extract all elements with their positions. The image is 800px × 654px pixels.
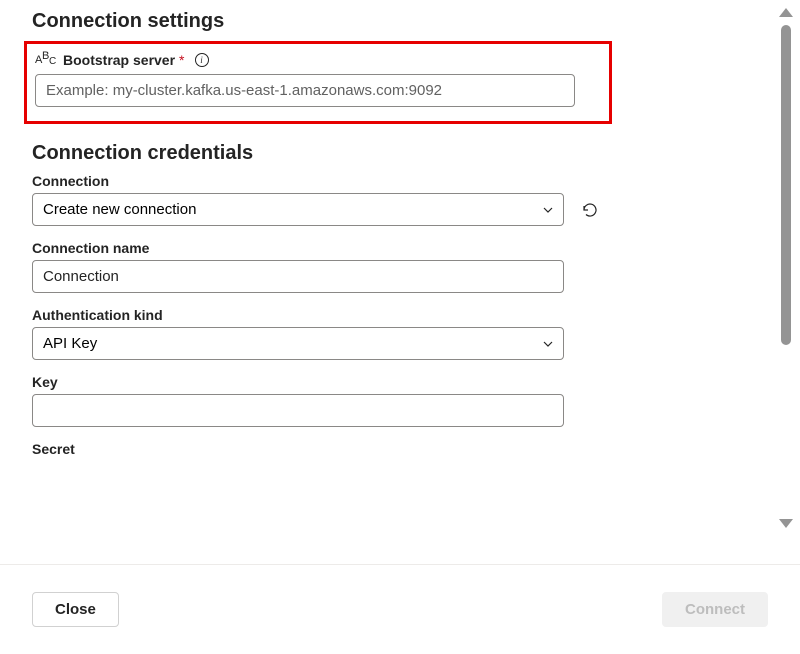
scroll-up-icon[interactable] <box>779 8 793 17</box>
key-input[interactable] <box>32 394 564 427</box>
refresh-icon[interactable] <box>580 200 600 220</box>
text-type-icon: B <box>35 52 57 68</box>
connection-select[interactable]: Create new connection <box>32 193 564 226</box>
key-label: Key <box>32 374 762 390</box>
bootstrap-server-label: Bootstrap server <box>63 52 175 68</box>
connection-settings-heading: Connection settings <box>32 10 762 33</box>
scroll-thumb[interactable] <box>781 25 791 345</box>
dialog-footer: Close Connect <box>0 564 800 654</box>
bootstrap-server-highlight: B Bootstrap server * i <box>24 41 612 124</box>
connect-button[interactable]: Connect <box>662 592 768 627</box>
connection-name-label: Connection name <box>32 240 762 256</box>
connection-name-input[interactable] <box>32 260 564 293</box>
authentication-kind-select[interactable]: API Key <box>32 327 564 360</box>
connection-label: Connection <box>32 173 762 189</box>
authentication-kind-label: Authentication kind <box>32 307 762 323</box>
scroll-down-icon[interactable] <box>779 519 793 528</box>
scrollbar[interactable] <box>774 8 798 528</box>
secret-label: Secret <box>32 441 762 457</box>
bootstrap-server-input[interactable] <box>35 74 575 107</box>
connection-credentials-heading: Connection credentials <box>32 142 762 165</box>
close-button[interactable]: Close <box>32 592 119 627</box>
info-icon[interactable]: i <box>195 53 209 67</box>
required-indicator: * <box>179 52 184 68</box>
